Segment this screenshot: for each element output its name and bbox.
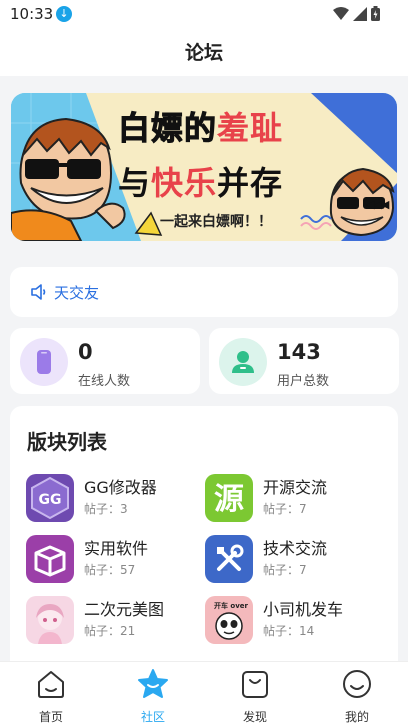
sections-title: 版块列表 bbox=[27, 430, 107, 454]
signal-icon bbox=[353, 6, 367, 21]
home-icon bbox=[38, 671, 64, 698]
announcement-text: 天交友 bbox=[54, 284, 100, 302]
star-icon bbox=[138, 669, 168, 698]
user-icon bbox=[219, 338, 267, 386]
tab-mine[interactable]: 我的 bbox=[317, 662, 397, 725]
battery-icon bbox=[371, 6, 380, 21]
banner-text-e: 并存 bbox=[217, 164, 284, 202]
total-users-card: 143 用户总数 bbox=[209, 328, 399, 394]
online-label: 在线人数 bbox=[78, 374, 131, 389]
banner-arrows-icon: ◀◀◀ bbox=[366, 198, 389, 211]
banner-text-d: 快乐 bbox=[151, 164, 218, 202]
banner-text-a: 白嫖的 bbox=[117, 109, 218, 148]
tab-community-label: 社区 bbox=[140, 710, 165, 724]
forum-post-count: 帖子：7 bbox=[263, 502, 307, 516]
top-bar: 论坛 bbox=[0, 30, 408, 76]
status-bar: 10:33 ↓ bbox=[0, 0, 408, 30]
forum-item-driver[interactable]: 开车 over 小司机发车 帖子：14 bbox=[205, 594, 385, 646]
forum-item-gg[interactable]: GG GG修改器 帖子：3 bbox=[26, 472, 206, 524]
forum-post-count: 帖子：21 bbox=[84, 624, 136, 638]
tab-home-label: 首页 bbox=[38, 710, 63, 724]
status-icons bbox=[333, 6, 380, 21]
panda-meme-icon: 开车 over bbox=[205, 596, 253, 644]
speaker-icon bbox=[31, 284, 46, 300]
online-users-card: 0 在线人数 bbox=[10, 328, 200, 394]
banner-text-b: 羞耻 bbox=[217, 109, 284, 147]
banner-headline-1: 白嫖的羞耻 bbox=[117, 103, 284, 149]
forum-name: 开源交流 bbox=[263, 478, 328, 497]
yuan-icon: 源 bbox=[205, 474, 253, 522]
smile-icon bbox=[343, 670, 371, 698]
forum-item-anime[interactable]: 二次元美图 帖子：21 bbox=[26, 594, 206, 646]
forum-post-count: 帖子：7 bbox=[263, 563, 307, 577]
user-count: 143 bbox=[277, 340, 321, 364]
tools-icon bbox=[205, 535, 253, 583]
tab-home[interactable]: 首页 bbox=[11, 662, 91, 725]
forum-name: 二次元美图 bbox=[84, 600, 165, 619]
tab-community[interactable]: 社区 bbox=[113, 662, 193, 725]
forum-name: 技术交流 bbox=[263, 539, 328, 558]
svg-text:源: 源 bbox=[214, 482, 244, 517]
gg-logo-icon: GG bbox=[26, 474, 74, 522]
online-count: 0 bbox=[78, 340, 93, 364]
status-time: 10:33 bbox=[10, 5, 54, 23]
announcement-bar[interactable]: 天交友 bbox=[10, 267, 398, 317]
forum-item-software[interactable]: 实用软件 帖子：57 bbox=[26, 533, 206, 585]
banner-text-c: 与 bbox=[118, 164, 152, 202]
tab-discover[interactable]: 发现 bbox=[215, 662, 295, 725]
forum-post-count: 帖子：14 bbox=[263, 624, 315, 638]
forum-name: 实用软件 bbox=[84, 539, 149, 558]
tab-discover-label: 发现 bbox=[242, 710, 267, 724]
svg-text:开车 over: 开车 over bbox=[214, 601, 249, 610]
user-label: 用户总数 bbox=[277, 374, 330, 389]
wifi-icon bbox=[333, 6, 349, 20]
forum-name: 小司机发车 bbox=[263, 600, 344, 619]
tab-mine-label: 我的 bbox=[344, 710, 369, 724]
svg-text:GG: GG bbox=[39, 492, 62, 508]
download-icon: ↓ bbox=[56, 6, 72, 22]
page-title: 论坛 bbox=[184, 42, 223, 64]
banner-headline-2: 与快乐并存 bbox=[118, 158, 283, 204]
forum-item-tech[interactable]: 技术交流 帖子：7 bbox=[205, 533, 385, 585]
bag-icon bbox=[242, 671, 268, 698]
forum-name: GG修改器 bbox=[84, 478, 157, 497]
forum-post-count: 帖子：3 bbox=[84, 502, 128, 516]
bottom-tab-bar: 首页 社区 发现 我的 bbox=[0, 661, 408, 725]
forum-post-count: 帖子：57 bbox=[84, 563, 136, 577]
phone-icon bbox=[20, 338, 68, 386]
box-icon bbox=[26, 535, 74, 583]
forum-item-opensource[interactable]: 源 开源交流 帖子：7 bbox=[205, 472, 385, 524]
anime-girl-icon bbox=[26, 596, 74, 644]
forum-sections-card: 版块列表 GG GG修改器 帖子：3 源 开源交流 帖子：7 实用软件 帖子：5… bbox=[10, 406, 398, 676]
banner-tagline: 一起来白嫖啊！！ bbox=[160, 214, 272, 230]
